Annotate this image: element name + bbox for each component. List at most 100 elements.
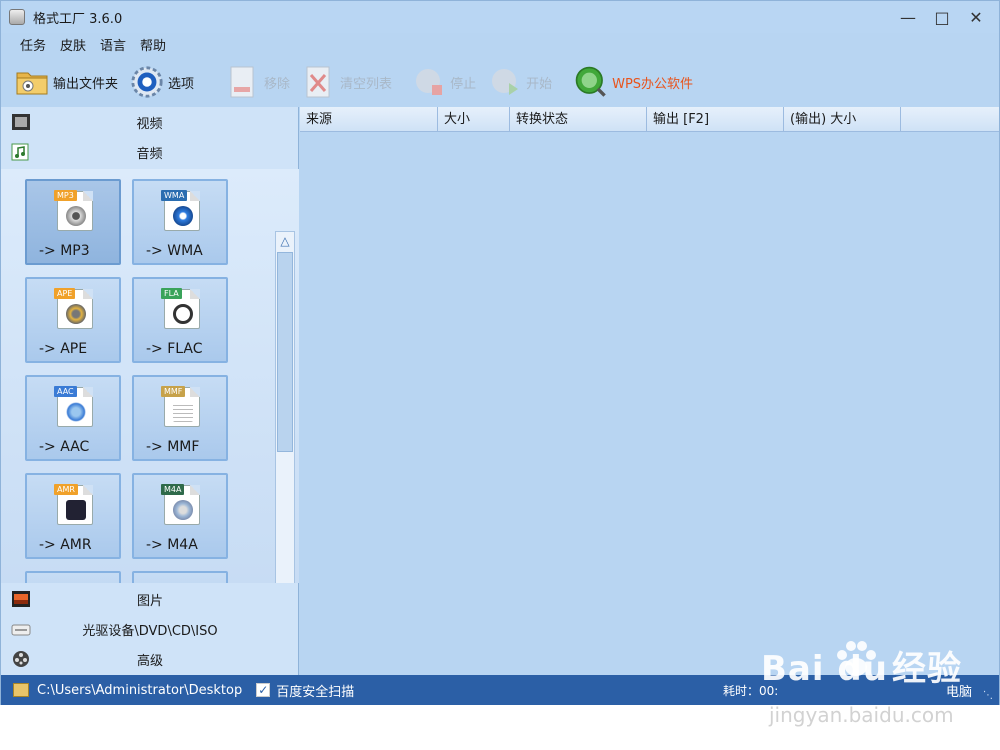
stop-icon [412,65,446,99]
category-video[interactable]: 视频 [1,107,298,137]
tile-mp3[interactable]: MP3 -> MP3 [25,179,121,265]
menu-bar: 任务 皮肤 语言 帮助 [1,33,173,55]
scroll-thumb[interactable] [277,252,293,452]
start-button[interactable]: 开始 [488,60,552,104]
wps-label: WPS办公软件 [612,76,694,92]
mp3-tag: MP3 [54,190,77,201]
tile-partial-1[interactable] [25,571,121,583]
tile-amr[interactable]: AMR -> AMR [25,473,121,559]
column-source[interactable]: 来源 [300,107,438,132]
start-icon [488,65,522,99]
tile-flac[interactable]: FLA -> FLAC [132,277,228,363]
category-audio[interactable]: 音频 [1,137,298,167]
shutdown-label[interactable]: 电脑 [946,681,972,700]
aac-tag: AAC [54,386,77,397]
tile-mp3-label: -> MP3 [39,243,90,259]
amr-tag: AMR [54,484,78,495]
tile-aac-label: -> AAC [39,439,90,455]
tile-ape-label: -> APE [39,341,88,357]
mmf-file-icon: MMF [161,386,200,427]
column-output-size[interactable]: (输出) 大小 [784,107,901,132]
remove-button[interactable]: 移除 [226,60,290,104]
menu-task[interactable]: 任务 [13,35,53,54]
options-button[interactable]: 选项 [130,60,194,104]
column-size[interactable]: 大小 [438,107,510,132]
menu-skin[interactable]: 皮肤 [53,35,93,54]
elapsed-time: 耗时：00: [723,683,779,698]
music-note-icon [11,143,29,161]
tile-m4a[interactable]: M4A -> M4A [132,473,228,559]
amr-file-icon: AMR [54,484,93,525]
film-icon [12,114,30,130]
category-optical-label: 光驱设备\DVD\CD\ISO [82,623,218,639]
column-output[interactable]: 输出 [F2] [647,107,784,132]
category-panel: 视频 音频 MP3 -> MP3 WMA -> WMA APE -> APE F… [1,107,299,675]
tile-m4a-label: -> M4A [146,537,198,553]
tile-amr-label: -> AMR [39,537,92,553]
grid-scrollbar[interactable]: △ ▽ [275,231,295,583]
category-picture-label: 图片 [136,593,163,609]
mp3-file-icon: MP3 [54,190,93,231]
close-icon[interactable]: ✕ [959,5,993,29]
tile-wma-label: -> WMA [146,243,203,259]
m4a-tag: M4A [161,484,185,495]
picture-icon [12,591,30,607]
flac-file-icon: FLA [161,288,200,329]
folder-small-icon[interactable] [13,683,29,697]
output-folder-button[interactable]: 输出文件夹 [15,60,118,104]
tile-wma[interactable]: WMA -> WMA [132,179,228,265]
tile-mmf-label: -> MMF [146,439,200,455]
optical-drive-icon [11,624,31,636]
output-path[interactable]: C:\Users\Administrator\Desktop [37,683,242,698]
toolbar: 输出文件夹 选项 移除 清空列表 停止 开始 WPS办公软件 [1,57,999,107]
category-video-label: 视频 [136,116,163,132]
remove-icon [226,65,260,99]
column-extra [901,107,999,132]
scroll-up-icon[interactable]: △ [276,232,294,250]
clear-list-icon [302,65,336,99]
menu-help[interactable]: 帮助 [133,35,173,54]
options-gear-icon [130,65,164,99]
menu-language[interactable]: 语言 [93,35,133,54]
stop-button[interactable]: 停止 [412,60,476,104]
category-audio-label: 音频 [136,146,163,162]
category-optical[interactable]: 光驱设备\DVD\CD\ISO [1,614,299,644]
folder-icon [15,65,49,99]
tile-partial-2[interactable] [132,571,228,583]
ape-file-icon: APE [54,288,93,329]
app-window: 格式工厂 3.6.0 — □ ✕ 任务 皮肤 语言 帮助 输出文件夹 选项 移除… [0,0,1000,727]
category-picture[interactable]: 图片 [1,584,299,614]
minimize-icon[interactable]: — [891,5,925,29]
task-list-header: 来源 大小 转换状态 输出 [F2] (输出) 大小 [300,107,999,132]
task-list: 来源 大小 转换状态 输出 [F2] (输出) 大小 [300,107,999,675]
clear-list-label: 清空列表 [340,76,393,92]
tile-flac-label: -> FLAC [146,341,203,357]
app-icon [9,9,25,25]
stop-label: 停止 [450,76,477,92]
wps-office-button[interactable]: WPS办公软件 [574,60,693,104]
flac-tag: FLA [161,288,182,299]
output-folder-label: 输出文件夹 [53,76,119,92]
remove-label: 移除 [264,76,291,92]
mmf-tag: MMF [161,386,186,397]
ape-tag: APE [54,288,76,299]
resize-grip-icon[interactable]: ⋱ [983,690,993,701]
category-advanced[interactable]: 高级 [1,644,299,674]
category-advanced-label: 高级 [136,653,163,669]
scan-checkbox[interactable]: ✓ [256,683,271,697]
wps-globe-icon [574,65,608,99]
tile-mmf[interactable]: MMF -> MMF [132,375,228,461]
window-title: 格式工厂 3.6.0 [33,11,123,27]
tile-ape[interactable]: APE -> APE [25,277,121,363]
window-controls: — □ ✕ [891,5,993,29]
options-label: 选项 [168,76,195,92]
column-status[interactable]: 转换状态 [510,107,647,132]
clear-list-button[interactable]: 清空列表 [302,60,392,104]
maximize-icon[interactable]: □ [925,5,959,29]
tile-aac[interactable]: AAC -> AAC [25,375,121,461]
wma-file-icon: WMA [161,190,200,231]
m4a-file-icon: M4A [161,484,200,525]
start-label: 开始 [526,76,553,92]
scan-label: 百度安全扫描 [276,684,355,700]
film-reel-icon [13,651,29,667]
